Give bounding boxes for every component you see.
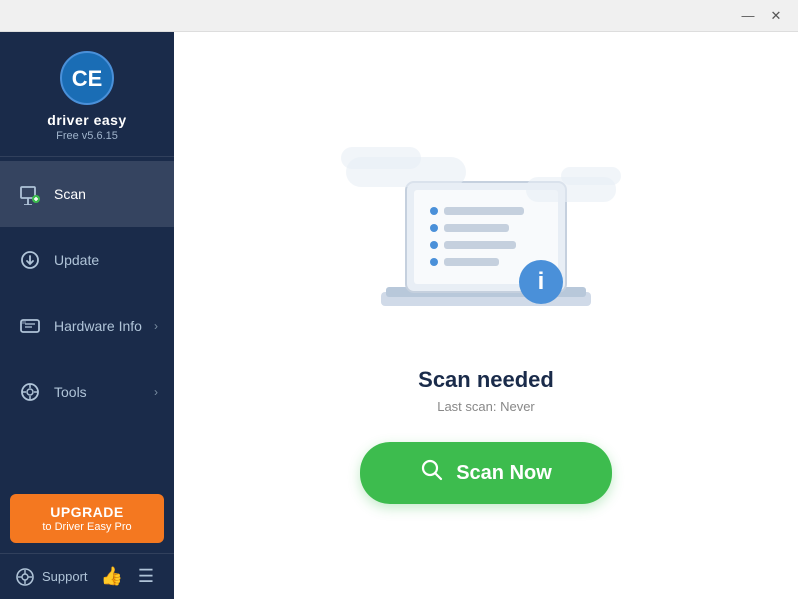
bottom-icons: 👍 ☰ <box>100 566 158 587</box>
scan-label: Scan <box>54 186 158 202</box>
tools-icon <box>16 378 44 406</box>
scan-icon <box>16 180 44 208</box>
illustration-area: i <box>336 127 636 347</box>
tools-label: Tools <box>54 384 154 400</box>
list-icon[interactable]: ☰ <box>134 566 158 587</box>
upgrade-line2: to Driver Easy Pro <box>18 521 156 533</box>
scan-status-title: Scan needed <box>418 367 554 393</box>
update-icon <box>16 246 44 274</box>
hardware-info-label: Hardware Info <box>54 318 154 334</box>
sidebar-logo: CE driver easy Free v5.6.15 <box>0 32 174 157</box>
app-version: Free v5.6.15 <box>56 130 118 142</box>
upgrade-line1: UPGRADE <box>18 504 156 520</box>
hardware-info-icon <box>16 312 44 340</box>
sidebar-item-hardware-info[interactable]: Hardware Info › <box>0 293 174 359</box>
scan-now-label: Scan Now <box>456 462 552 485</box>
support-item[interactable]: Support <box>16 568 88 586</box>
content-area: i Scan needed Last scan: Never Scan Now <box>174 32 798 599</box>
sidebar: CE driver easy Free v5.6.15 <box>0 32 174 599</box>
support-label: Support <box>42 569 88 584</box>
cloud-deco-4 <box>561 167 621 185</box>
main-layout: CE driver easy Free v5.6.15 <box>0 32 798 599</box>
cloud-deco-2 <box>341 147 421 169</box>
sidebar-bottom: Support 👍 ☰ <box>0 553 174 599</box>
close-button[interactable]: ✕ <box>762 5 790 27</box>
scan-btn-icon <box>420 458 444 488</box>
app-name: driver easy <box>47 112 126 128</box>
sidebar-item-scan[interactable]: Scan <box>0 161 174 227</box>
sidebar-item-tools[interactable]: Tools › <box>0 359 174 425</box>
app-logo-icon: CE <box>59 50 115 106</box>
tools-arrow: › <box>154 385 158 399</box>
thumbs-up-icon[interactable]: 👍 <box>100 566 124 587</box>
scan-now-button[interactable]: Scan Now <box>360 442 612 504</box>
title-bar: — ✕ <box>0 0 798 32</box>
update-label: Update <box>54 252 158 268</box>
support-icon <box>16 568 34 586</box>
sidebar-nav: Scan Update <box>0 157 174 484</box>
svg-text:CE: CE <box>72 66 103 91</box>
svg-text:i: i <box>538 268 545 295</box>
scan-status-sub: Last scan: Never <box>437 399 535 414</box>
upgrade-button[interactable]: UPGRADE to Driver Easy Pro <box>10 494 164 543</box>
minimize-button[interactable]: — <box>734 5 762 27</box>
hardware-info-arrow: › <box>154 319 158 333</box>
sidebar-item-update[interactable]: Update <box>0 227 174 293</box>
